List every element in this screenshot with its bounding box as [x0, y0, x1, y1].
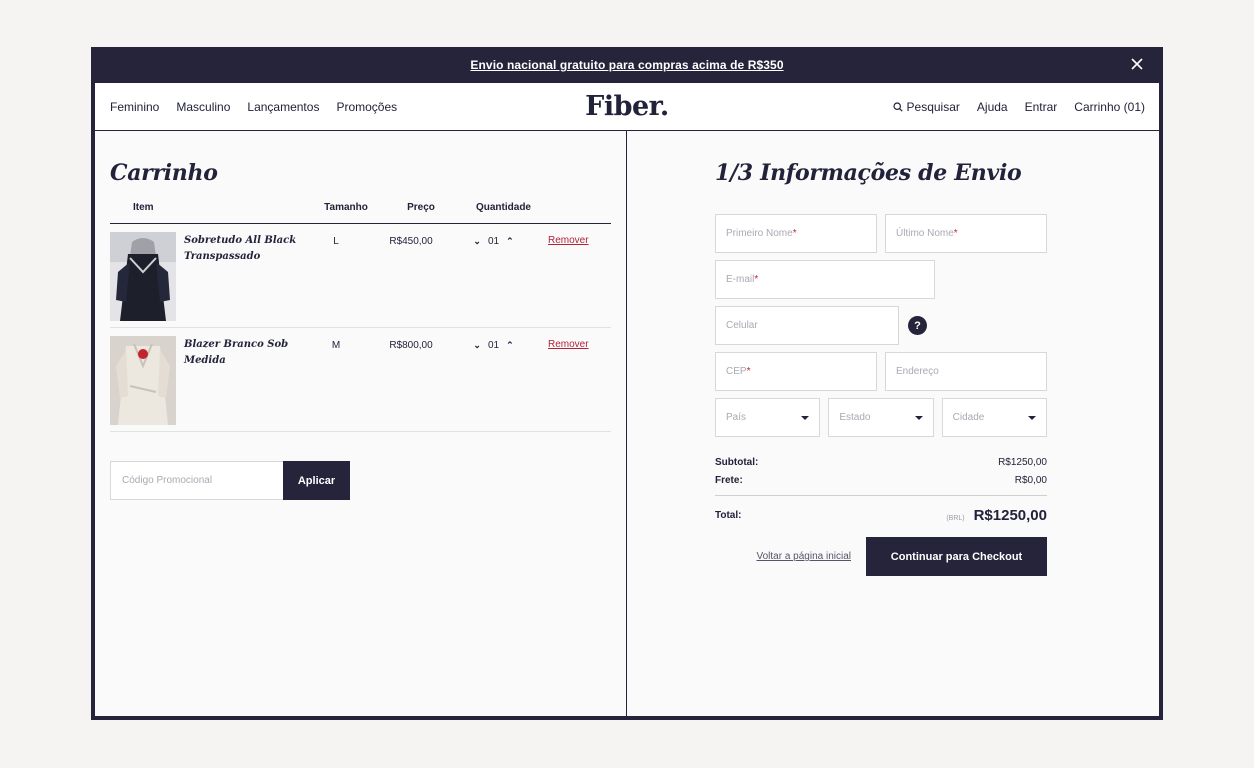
shipping-cost-label: Frete:: [715, 474, 743, 486]
state-placeholder: Estado: [839, 412, 871, 423]
cep-field[interactable]: CEP*: [715, 352, 877, 391]
promo-banner-text[interactable]: Envio nacional gratuito para compras aci…: [470, 58, 783, 72]
quantity-stepper: ⌄ 01 ⌃: [446, 232, 541, 327]
help-link[interactable]: Ajuda: [977, 100, 1008, 114]
currency-label: (BRL): [946, 514, 965, 522]
required-mark: *: [953, 228, 958, 239]
column-item: Item: [133, 202, 154, 213]
first-name-field[interactable]: Primeiro Nome*: [715, 214, 877, 253]
product-name[interactable]: Blazer Branco Sob Medida: [176, 336, 306, 431]
last-name-field[interactable]: Último Nome*: [885, 214, 1047, 253]
total-row: Total: (BRL) R$1250,00: [715, 504, 1047, 526]
first-name-placeholder: Primeiro Nome: [726, 228, 793, 239]
form-row: Celular ?: [715, 306, 1047, 345]
help-icon[interactable]: ?: [908, 316, 927, 335]
phone-placeholder: Celular: [726, 320, 758, 331]
product-price: R$800,00: [389, 340, 433, 351]
nav-item-promocoes[interactable]: Promoções: [336, 100, 397, 114]
cart-link[interactable]: Carrinho (01): [1074, 100, 1145, 114]
shipping-title: 1/3 Informações de Envio: [715, 160, 1022, 186]
cart-title: Carrinho: [110, 160, 218, 186]
remove-item-button[interactable]: Remover: [548, 232, 589, 327]
remove-item-button[interactable]: Remover: [548, 336, 589, 431]
product-name[interactable]: Sobretudo All Black Transpassado: [176, 232, 306, 327]
required-mark: *: [746, 366, 751, 377]
product-image-coat[interactable]: [110, 232, 176, 321]
caret-down-icon: [801, 415, 810, 420]
subtotal-value: R$1250,00: [998, 456, 1047, 468]
form-row: E-mail*: [715, 260, 1047, 299]
email-placeholder: E-mail: [726, 274, 755, 285]
shipping-panel: 1/3 Informações de Envio Primeiro Nome* …: [627, 131, 1159, 716]
form-row: Primeiro Nome* Último Nome*: [715, 214, 1047, 253]
close-icon[interactable]: [1129, 56, 1145, 72]
column-size: Tamanho: [324, 202, 368, 213]
city-select[interactable]: Cidade: [941, 398, 1047, 437]
last-name-placeholder: Último Nome: [896, 228, 954, 239]
product-price: R$450,00: [389, 236, 433, 247]
chevron-up-icon[interactable]: ⌃: [506, 340, 514, 351]
order-summary: Subtotal: R$1250,00 Frete: R$0,00 Total:…: [715, 453, 1047, 526]
chevron-up-icon[interactable]: ⌃: [506, 236, 514, 247]
search-label: Pesquisar: [906, 99, 960, 114]
login-link[interactable]: Entrar: [1025, 100, 1058, 114]
chevron-down-icon[interactable]: ⌄: [473, 236, 481, 247]
browser-frame: Envio nacional gratuito para compras aci…: [91, 47, 1163, 720]
promo-code-form: Código Promocional Aplicar: [110, 461, 611, 500]
cart-table-header: Item Tamanho Preço Quantidade: [110, 202, 611, 224]
required-mark: *: [792, 228, 797, 239]
column-price: Preço: [407, 202, 435, 213]
total-label: Total:: [715, 509, 742, 521]
country-placeholder: País: [726, 412, 747, 423]
quantity-stepper: ⌄ 01 ⌃: [446, 336, 541, 431]
product-size: M: [331, 340, 341, 351]
email-field[interactable]: E-mail*: [715, 260, 935, 299]
cart-row: Sobretudo All Black Transpassado L R$450…: [110, 224, 611, 328]
product-image-blazer[interactable]: [110, 336, 176, 425]
back-home-link[interactable]: Voltar a página inicial: [756, 551, 851, 562]
search-icon: [892, 101, 903, 112]
logo[interactable]: Fiber.: [585, 91, 669, 122]
main-content: Carrinho Item Tamanho Preço Quantidade S…: [95, 131, 1159, 716]
quantity-value: 01: [487, 340, 500, 351]
nav-item-lancamentos[interactable]: Lançamentos: [247, 100, 319, 114]
quantity-value: 01: [487, 236, 500, 247]
promo-banner: Envio nacional gratuito para compras aci…: [91, 47, 1163, 83]
column-quantity: Quantidade: [475, 202, 531, 213]
promo-code-input[interactable]: Código Promocional: [110, 461, 283, 500]
shipping-cost-row: Frete: R$0,00: [715, 471, 1047, 489]
product-size: L: [333, 236, 339, 247]
subtotal-row: Subtotal: R$1250,00: [715, 453, 1047, 471]
cart-row: Blazer Branco Sob Medida M R$800,00 ⌄ 01…: [110, 328, 611, 432]
form-row: País Estado Cidade: [715, 398, 1047, 437]
chevron-down-icon[interactable]: ⌄: [473, 340, 481, 351]
address-field[interactable]: Endereço: [885, 352, 1047, 391]
shipping-form: Primeiro Nome* Último Nome* E-mail* Celu…: [715, 214, 1047, 437]
phone-field[interactable]: Celular: [715, 306, 899, 345]
form-actions: Voltar a página inicial Continuar para C…: [715, 537, 1047, 576]
caret-down-icon: [1027, 415, 1036, 420]
apply-button[interactable]: Aplicar: [283, 461, 350, 500]
cart-panel: Carrinho Item Tamanho Preço Quantidade S…: [95, 131, 627, 716]
cep-placeholder: CEP: [726, 366, 747, 377]
caret-down-icon: [914, 415, 923, 420]
state-select[interactable]: Estado: [828, 398, 934, 437]
required-mark: *: [754, 274, 759, 285]
summary-divider: [715, 495, 1047, 496]
search-link[interactable]: Pesquisar: [892, 99, 960, 114]
nav-categories: Feminino Masculino Lançamentos Promoções: [110, 100, 397, 114]
subtotal-label: Subtotal:: [715, 456, 759, 468]
total-value: R$1250,00: [973, 506, 1047, 524]
address-placeholder: Endereço: [896, 366, 939, 377]
nav-item-masculino[interactable]: Masculino: [176, 100, 230, 114]
total-value-group: (BRL) R$1250,00: [946, 507, 1047, 524]
city-placeholder: Cidade: [952, 412, 985, 423]
shipping-cost-value: R$0,00: [1014, 474, 1047, 486]
form-row: CEP* Endereço: [715, 352, 1047, 391]
continue-checkout-button[interactable]: Continuar para Checkout: [866, 537, 1047, 576]
top-nav: Feminino Masculino Lançamentos Promoções…: [95, 83, 1159, 131]
country-select[interactable]: País: [715, 398, 821, 437]
nav-item-feminino[interactable]: Feminino: [110, 100, 159, 114]
nav-actions: Pesquisar Ajuda Entrar Carrinho (01): [892, 99, 1145, 114]
